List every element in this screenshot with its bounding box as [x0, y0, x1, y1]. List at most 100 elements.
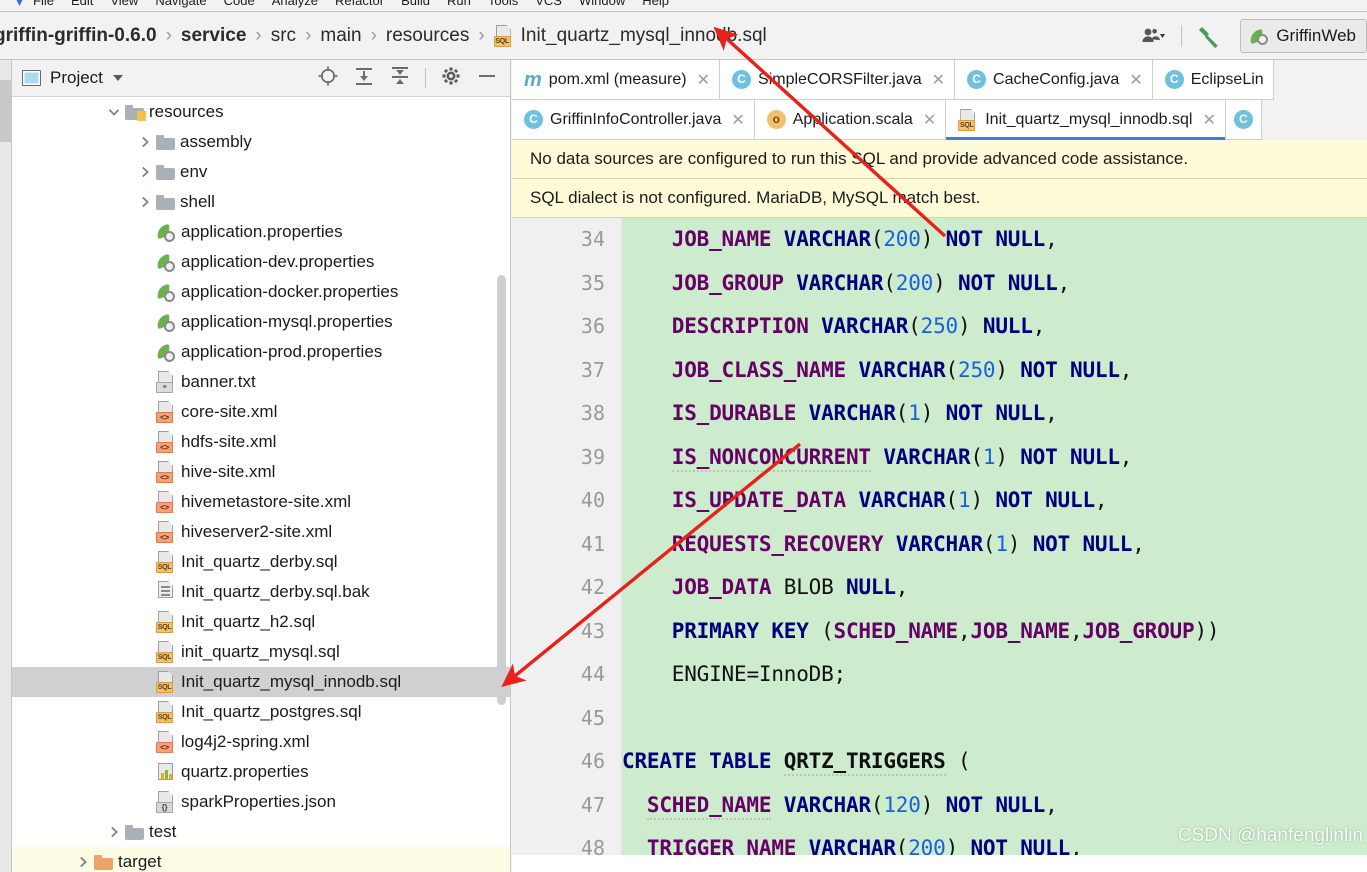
tree-node[interactable]: env — [12, 157, 510, 187]
chevron-right-icon[interactable] — [103, 817, 125, 847]
tree-node[interactable]: ≡ banner.txt — [12, 367, 510, 397]
tab-application-scala[interactable]: o Application.scala ✕ — [754, 100, 947, 140]
menu-item-window[interactable]: Window — [579, 0, 625, 8]
tab-pom-xml[interactable]: m pom.xml (measure) ✕ — [512, 60, 721, 100]
close-icon[interactable]: ✕ — [697, 70, 710, 90]
code-line[interactable]: PRIMARY KEY (SCHED_NAME,JOB_NAME,JOB_GRO… — [622, 610, 1367, 654]
close-icon[interactable]: ✕ — [731, 110, 744, 130]
chevron-down-icon[interactable] — [112, 75, 123, 81]
menu-item-view[interactable]: View — [110, 0, 138, 8]
tree-node[interactable]: SQL init_quartz_mysql.sql — [12, 637, 510, 667]
tree-node[interactable]: <> hiveserver2-site.xml — [12, 517, 510, 547]
close-icon[interactable]: ✕ — [1129, 70, 1142, 90]
tab-simplecorsfilter-java[interactable]: C SimpleCORSFilter.java ✕ — [720, 60, 956, 100]
tree-node[interactable]: <> core-site.xml — [12, 397, 510, 427]
breadcrumb-item-resources[interactable]: resources — [386, 25, 469, 47]
tree-node[interactable]: <> hivemetastore-site.xml — [12, 487, 510, 517]
tree-node[interactable]: shell — [12, 187, 510, 217]
code-line[interactable]: DESCRIPTION VARCHAR(250) NULL, — [622, 305, 1367, 349]
code-line[interactable]: JOB_GROUP VARCHAR(200) NOT NULL, — [622, 262, 1367, 306]
tree-node[interactable]: <> log4j2-spring.xml — [12, 727, 510, 757]
menu-item-refactor[interactable]: Refactor — [335, 0, 384, 8]
tree-node[interactable]: <> hive-site.xml — [12, 457, 510, 487]
menu-item-edit[interactable]: Edit — [71, 0, 93, 8]
settings-gear-icon[interactable] — [440, 65, 462, 92]
chevron-right-icon[interactable] — [134, 127, 156, 157]
tree-node[interactable]: SQL Init_quartz_mysql_innodb.sql — [12, 667, 510, 697]
tab-cacheconfig-java[interactable]: C CacheConfig.java ✕ — [955, 60, 1153, 100]
close-icon[interactable]: ✕ — [932, 70, 945, 90]
breadcrumb-item-src[interactable]: src — [271, 25, 296, 47]
chevron-right-icon[interactable] — [134, 187, 156, 217]
chevron-right-icon[interactable] — [72, 847, 94, 872]
collapse-all-icon[interactable] — [389, 65, 411, 92]
project-tree-scrollbar[interactable] — [497, 275, 506, 705]
code-line[interactable]: IS_NONCONCURRENT VARCHAR(1) NOT NULL, — [622, 436, 1367, 480]
tree-node[interactable]: SQL Init_quartz_h2.sql — [12, 607, 510, 637]
tree-node[interactable]: SQL Init_quartz_postgres.sql — [12, 697, 510, 727]
code-line[interactable]: IS_UPDATE_DATA VARCHAR(1) NOT NULL, — [622, 479, 1367, 523]
line-number-gutter[interactable]: 34 35 36 37 38 39 40 41 42 43 44 45 46 47 48 — [512, 218, 622, 855]
code-line[interactable]: IS_DURABLE VARCHAR(1) NOT NULL, — [622, 392, 1367, 436]
tree-node[interactable]: assembly — [12, 127, 510, 157]
expand-all-icon[interactable] — [353, 65, 375, 92]
code-line[interactable]: ENGINE=InnoDB; — [622, 653, 1367, 697]
tree-node[interactable]: application.properties — [12, 217, 510, 247]
left-tool-window-strip[interactable] — [0, 60, 12, 872]
tab-overflow[interactable]: C — [1225, 100, 1262, 140]
menu-item-code[interactable]: Code — [224, 0, 255, 8]
locate-icon[interactable] — [317, 65, 339, 92]
menu-item-help[interactable]: Help — [642, 0, 669, 8]
menu-item-build[interactable]: Build — [401, 0, 430, 8]
chevron-down-icon[interactable] — [103, 97, 125, 127]
run-configuration-selector[interactable]: GriffinWeb — [1240, 18, 1367, 53]
menu-item-file[interactable]: File — [33, 0, 54, 8]
code-editor[interactable]: 34 35 36 37 38 39 40 41 42 43 44 45 46 47 48 JOB_NAME … — [512, 218, 1367, 855]
user-icon[interactable] — [1131, 19, 1175, 53]
breadcrumb-item-main[interactable]: main — [320, 25, 361, 47]
close-icon[interactable]: ✕ — [1202, 110, 1215, 130]
tree-node[interactable]: application-mysql.properties — [12, 307, 510, 337]
tree-node[interactable]: test — [12, 817, 510, 847]
tree-node[interactable]: SQL Init_quartz_derby.sql — [12, 547, 510, 577]
hide-icon[interactable] — [476, 65, 498, 92]
project-tree[interactable]: resources assembly env shell application.pro… — [12, 97, 510, 872]
tree-node[interactable]: application-docker.properties — [12, 277, 510, 307]
menu-item-analyze[interactable]: Analyze — [272, 0, 318, 8]
tab-init-quartz-mysql-innodb-sql[interactable]: SQL Init_quartz_mysql_innodb.sql ✕ — [946, 100, 1226, 140]
tree-node[interactable]: application-prod.properties — [12, 337, 510, 367]
menu-item-run[interactable]: Run — [447, 0, 471, 8]
tab-griffininfocontroller-java[interactable]: C GriffinInfoController.java ✕ — [512, 100, 755, 140]
code-line[interactable]: JOB_DATA BLOB NULL, — [622, 566, 1367, 610]
menu-item-tools[interactable]: Tools — [488, 0, 518, 8]
tree-node-label: assembly — [180, 132, 252, 151]
tree-node[interactable]: {} sparkProperties.json — [12, 787, 510, 817]
main-menu-bar[interactable]: File Edit View Navigate Code Analyze Ref… — [0, 0, 1367, 12]
code-line[interactable] — [622, 697, 1367, 741]
menu-item-navigate[interactable]: Navigate — [155, 0, 206, 8]
code-line[interactable]: JOB_CLASS_NAME VARCHAR(250) NOT NULL, — [622, 349, 1367, 393]
code-line[interactable]: TRIGGER_NAME VARCHAR(200) NOT NULL, — [622, 827, 1367, 855]
tree-node[interactable]: <> hdfs-site.xml — [12, 427, 510, 457]
breadcrumb-item-file[interactable]: SQL Init_quartz_mysql_innodb.sql — [493, 24, 767, 47]
hammer-icon[interactable] — [1188, 19, 1232, 53]
tree-node[interactable]: resources — [12, 97, 510, 127]
code-line[interactable]: CREATE TABLE QRTZ_TRIGGERS ( — [622, 740, 1367, 784]
breadcrumb-item-service[interactable]: service — [181, 25, 247, 47]
tree-node[interactable]: target — [12, 847, 510, 872]
close-icon[interactable]: ✕ — [923, 110, 936, 130]
sql-file-icon: SQL — [156, 701, 176, 723]
breadcrumb-item-project[interactable]: griffin-griffin-0.6.0 — [0, 25, 157, 47]
tree-node[interactable]: application-dev.properties — [12, 247, 510, 277]
chevron-right-icon[interactable] — [134, 157, 156, 187]
tree-node[interactable]: Init_quartz_derby.sql.bak — [12, 577, 510, 607]
code-line[interactable]: JOB_NAME VARCHAR(200) NOT NULL, — [622, 218, 1367, 262]
tool-button-project[interactable] — [0, 80, 12, 142]
code-line[interactable]: SCHED_NAME VARCHAR(120) NOT NULL, — [622, 784, 1367, 828]
tab-eclipselink[interactable]: C EclipseLin — [1152, 60, 1274, 100]
code-content[interactable]: JOB_NAME VARCHAR(200) NOT NULL, JOB_GROU… — [622, 218, 1367, 855]
tree-node[interactable]: quartz.properties — [12, 757, 510, 787]
code-line[interactable]: REQUESTS_RECOVERY VARCHAR(1) NOT NULL, — [622, 523, 1367, 567]
menu-item-vcs[interactable]: VCS — [535, 0, 562, 8]
